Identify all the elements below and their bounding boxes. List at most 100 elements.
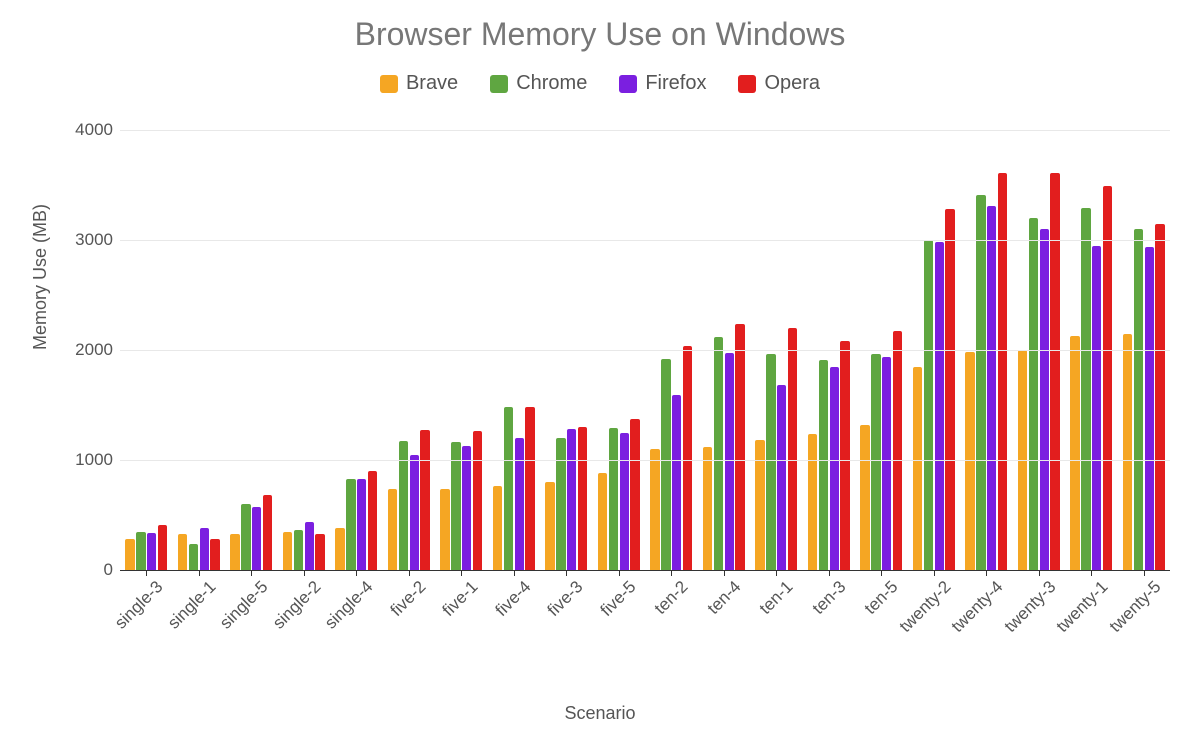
bar (609, 428, 618, 570)
legend-item: Brave (380, 72, 458, 95)
bar (1145, 247, 1154, 570)
bar (871, 354, 880, 570)
x-tick-label: five-4 (487, 573, 535, 621)
bar (808, 434, 817, 570)
bar (1081, 208, 1090, 570)
bar (283, 532, 292, 571)
plot-area: single-3single-1single-5single-2single-4… (120, 130, 1170, 571)
bar (440, 489, 449, 570)
x-tick-label: ten-3 (804, 573, 850, 619)
legend-label: Chrome (516, 72, 587, 95)
x-tick-label: ten-5 (857, 573, 903, 619)
x-tick-label: single-3 (107, 573, 167, 633)
bar (346, 479, 355, 570)
gridline (120, 130, 1170, 131)
bar (410, 455, 419, 571)
bar (230, 534, 239, 570)
bar (178, 534, 187, 570)
bar (620, 433, 629, 571)
bar (1040, 229, 1049, 570)
bar (368, 471, 377, 570)
legend-swatch (490, 75, 508, 93)
y-tick-label: 0 (65, 560, 113, 580)
bar (504, 407, 513, 570)
bar (714, 337, 723, 570)
bar (650, 449, 659, 570)
bar (987, 206, 996, 570)
chart-title: Browser Memory Use on Windows (0, 16, 1200, 53)
x-tick-label: ten-4 (699, 573, 745, 619)
bar (840, 341, 849, 570)
chart: Browser Memory Use on Windows Brave Chrom… (0, 0, 1200, 742)
bar (125, 539, 134, 570)
bar (451, 442, 460, 570)
x-tick-label: single-1 (159, 573, 219, 633)
bar (819, 360, 828, 570)
bar (357, 479, 366, 570)
x-tick-label: twenty-1 (1049, 573, 1113, 637)
bar (1092, 246, 1101, 571)
x-tick-label: twenty-3 (996, 573, 1060, 637)
bar (1155, 224, 1164, 571)
bar (893, 331, 902, 570)
x-tick-label: single-4 (317, 573, 377, 633)
bar (998, 173, 1007, 570)
bar (1029, 218, 1038, 570)
bar (661, 359, 670, 570)
y-tick-label: 4000 (65, 120, 113, 140)
legend: Brave Chrome Firefox Opera (0, 72, 1200, 99)
bar (158, 525, 167, 570)
y-tick-label: 3000 (65, 230, 113, 250)
bar (630, 419, 639, 570)
bar (830, 367, 839, 571)
x-tick-label: single-5 (212, 573, 272, 633)
x-axis-label: Scenario (0, 703, 1200, 724)
y-tick-label: 2000 (65, 340, 113, 360)
bar (1123, 334, 1132, 571)
bar (567, 429, 576, 570)
bar (241, 504, 250, 570)
bar (315, 534, 324, 570)
bar (735, 324, 744, 570)
bar (578, 427, 587, 570)
y-axis-label: Memory Use (MB) (30, 204, 51, 350)
bar (305, 522, 314, 570)
bar (766, 354, 775, 570)
bar (882, 357, 891, 570)
bar (924, 240, 933, 570)
legend-item: Opera (738, 72, 820, 95)
bar (545, 482, 554, 570)
bar (672, 395, 681, 570)
bar (525, 407, 534, 570)
bar (598, 473, 607, 570)
bar (965, 352, 974, 570)
bar (252, 507, 261, 570)
legend-label: Brave (406, 72, 458, 95)
legend-label: Opera (764, 72, 820, 95)
bar (976, 195, 985, 570)
bar (777, 385, 786, 570)
bar (935, 242, 944, 570)
bar (945, 209, 954, 570)
bar (788, 328, 797, 570)
bar (200, 528, 209, 570)
bar (136, 532, 145, 571)
bar (335, 528, 344, 570)
legend-item: Firefox (619, 72, 706, 95)
bar (860, 425, 869, 570)
bar (462, 446, 471, 570)
bar (473, 431, 482, 570)
bar (556, 438, 565, 570)
bar (263, 495, 272, 570)
bar (1050, 173, 1059, 570)
bar (189, 544, 198, 570)
x-tick-label: five-3 (540, 573, 588, 621)
legend-swatch (619, 75, 637, 93)
x-tick-label: five-2 (382, 573, 430, 621)
bar (913, 367, 922, 571)
x-tick-label: five-5 (592, 573, 640, 621)
legend-swatch (380, 75, 398, 93)
gridline (120, 240, 1170, 241)
bar (1070, 336, 1079, 570)
bar (703, 447, 712, 570)
